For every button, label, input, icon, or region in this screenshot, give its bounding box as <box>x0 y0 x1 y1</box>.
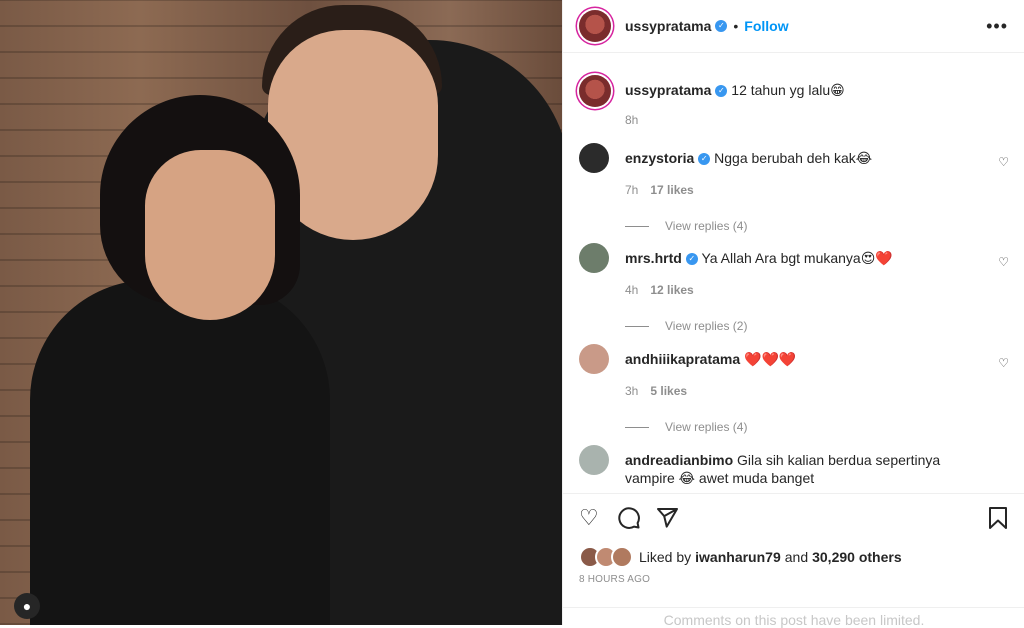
comment-like-heart-icon[interactable]: ♡ <box>998 155 1009 169</box>
liker-avatar[interactable] <box>611 546 633 568</box>
commenter-username[interactable]: andreadianbimo <box>625 452 733 468</box>
comment-icon[interactable] <box>617 504 641 537</box>
view-replies-button[interactable]: View replies (4) <box>625 217 975 235</box>
replies-line <box>625 325 649 327</box>
woman-body <box>30 280 330 625</box>
post-age[interactable]: 8 HOURS AGO <box>579 574 650 585</box>
verified-icon: ✓ <box>715 20 728 32</box>
author-avatar[interactable] <box>579 75 611 107</box>
comment-meta: 4h 12 likes <box>625 281 975 299</box>
comment-meta: 7h 17 likes <box>625 181 975 199</box>
replies-line <box>625 225 649 227</box>
view-replies-button[interactable]: View replies (4) <box>625 418 975 436</box>
follow-button[interactable]: Follow <box>744 18 788 34</box>
comment-likes[interactable]: 5 likes <box>650 384 687 398</box>
post-photo[interactable]: ● <box>0 0 562 625</box>
comment-text: Ngga berubah deh kak😂 <box>714 150 873 166</box>
replies-line <box>625 426 649 428</box>
comment-text: Ya Allah Ara bgt mukanya😍❤️ <box>701 250 893 266</box>
comment-likes[interactable]: 12 likes <box>650 283 693 297</box>
commenter-username[interactable]: mrs.hrtd <box>625 250 682 266</box>
comment-text: ❤️❤️❤️ <box>744 351 797 367</box>
liked-by-others[interactable]: 30,290 others <box>812 549 902 565</box>
comment-time: 7h <box>625 183 639 197</box>
action-icons-bar: ♡ <box>579 504 1009 532</box>
author-avatar[interactable] <box>579 10 611 42</box>
heart-icon[interactable]: ♡ <box>579 504 599 532</box>
commenter-avatar[interactable] <box>579 344 609 374</box>
commenter-avatar[interactable] <box>579 243 609 273</box>
view-replies-label[interactable]: View replies (2) <box>665 317 747 335</box>
liked-by-prefix: Liked by <box>639 549 692 565</box>
liker-avatars <box>579 546 633 568</box>
post-header: ussypratama ✓ • Follow ••• <box>563 0 1024 53</box>
view-replies-button[interactable]: View replies (2) <box>625 317 975 335</box>
share-icon[interactable] <box>655 504 679 537</box>
commenter-avatar[interactable] <box>579 143 609 173</box>
comment-time: 4h <box>625 283 639 297</box>
commenter-username[interactable]: enzystoria <box>625 150 694 166</box>
comments-list[interactable]: ussypratama ✓ 12 tahun yg lalu😁 8h enzyst… <box>563 53 1024 493</box>
caption-username[interactable]: ussypratama <box>625 82 711 98</box>
more-icon[interactable]: ••• <box>986 16 1008 37</box>
verified-icon: ✓ <box>685 253 698 266</box>
comment-like-heart-icon[interactable]: ♡ <box>998 255 1009 269</box>
commenter-avatar[interactable] <box>579 445 609 475</box>
caption-text: 12 tahun yg lalu😁 <box>731 82 845 98</box>
liked-by-and: and <box>784 549 809 565</box>
bookmark-icon[interactable] <box>987 504 1009 537</box>
comment-like-heart-icon[interactable]: ♡ <box>998 356 1009 370</box>
comment-time: 3h <box>625 384 639 398</box>
woman-face <box>145 150 275 320</box>
caption-time: 8h <box>625 113 639 127</box>
post-actions: ♡ Liked by iwanharun79 and 30,290 others… <box>563 493 1024 628</box>
comment-likes[interactable]: 17 likes <box>650 183 693 197</box>
user-tag-icon[interactable]: ● <box>14 593 40 619</box>
author-username[interactable]: ussypratama <box>625 18 711 34</box>
separator-dot: • <box>733 18 739 34</box>
verified-icon: ✓ <box>698 153 711 166</box>
liked-by-user[interactable]: iwanharun79 <box>695 549 781 565</box>
comment-meta: 3h 5 likes <box>625 382 975 400</box>
verified-icon: ✓ <box>715 85 728 98</box>
post-side-panel: ussypratama ✓ • Follow ••• ussypratama ✓ … <box>562 0 1024 628</box>
commenter-username[interactable]: andhiiikapratama <box>625 351 740 367</box>
view-replies-label[interactable]: View replies (4) <box>665 217 747 235</box>
likes-summary: Liked by iwanharun79 and 30,290 others <box>579 546 902 568</box>
view-replies-label[interactable]: View replies (4) <box>665 418 747 436</box>
